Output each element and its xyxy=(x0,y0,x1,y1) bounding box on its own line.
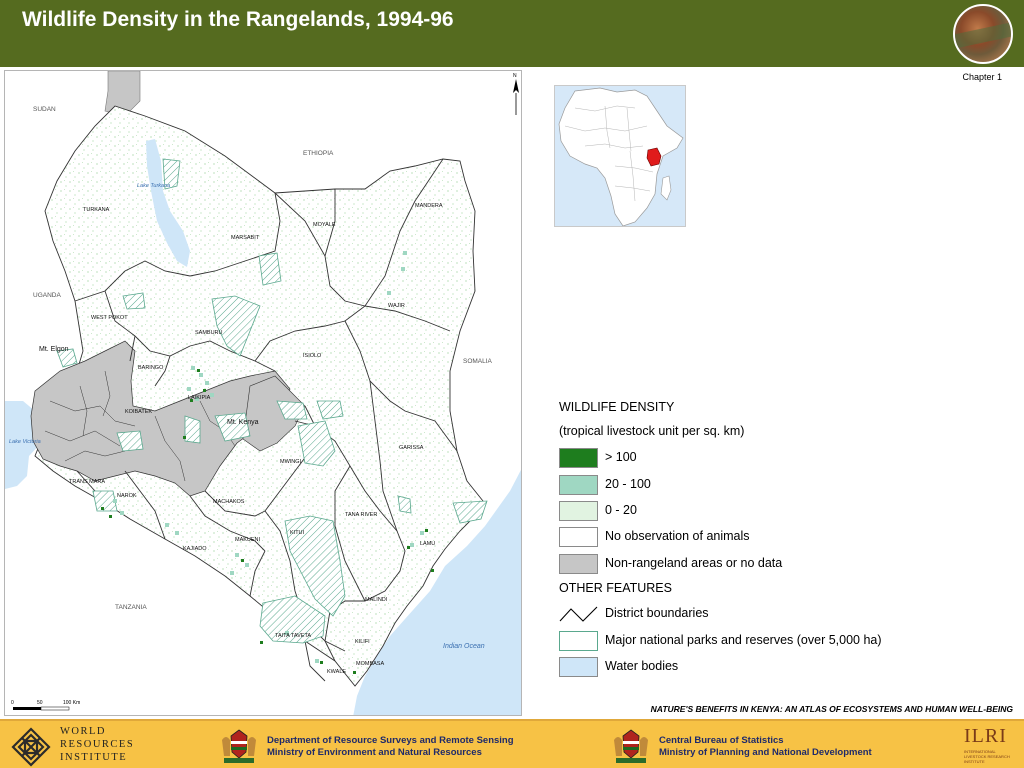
legend-subheading: (tropical livestock unit per sq. km) xyxy=(559,424,745,438)
district-label-lamu: LAMU xyxy=(420,541,435,547)
wri-name: WORLD RESOURCES INSTITUTE xyxy=(60,726,135,763)
district-label-moyale: MOYALE xyxy=(313,222,336,228)
country-label-ethiopia: ETHIOPIA xyxy=(303,150,334,157)
legend-label: 0 - 20 xyxy=(605,503,637,517)
district-label-narok: NAROK xyxy=(117,493,137,499)
atlas-title: NATURE'S BENEFITS IN KENYA: AN ATLAS OF … xyxy=(650,704,1013,714)
kenya-coat-of-arms-icon xyxy=(614,729,648,763)
legend-label: Major national parks and reserves (over … xyxy=(605,633,882,647)
legend-label: Water bodies xyxy=(605,659,679,673)
dept-central-bureau: Central Bureau of Statistics Ministry of… xyxy=(659,735,872,758)
legend-swatch xyxy=(559,475,598,495)
district-label-kitui: KITUI xyxy=(290,530,305,536)
legend-item-parks: Major national parks and reserves (over … xyxy=(559,631,999,651)
legend-item-water: Water bodies xyxy=(559,657,999,677)
district-label-turkana: TURKANA xyxy=(83,207,110,213)
district-label-kajiado: KAJIADO xyxy=(183,546,207,552)
legend-swatch xyxy=(559,657,598,677)
district-label-samburu: SAMBURU xyxy=(195,330,223,336)
district-label-garissa: GARISSA xyxy=(399,445,424,451)
country-label-somalia: SOMALIA xyxy=(463,358,493,365)
mountain-label-kenya: Mt. Kenya xyxy=(227,419,259,426)
svg-text:N: N xyxy=(513,73,517,79)
legend-item-non-rangeland: Non-rangeland areas or no data xyxy=(559,554,999,574)
legend-heading: WILDLIFE DENSITY xyxy=(559,400,675,414)
boundary-line-icon xyxy=(559,606,598,622)
district-label-laikipia: LAIKIPIA xyxy=(188,395,211,401)
lake-label-turkana: Lake Turkana xyxy=(137,183,170,189)
ilri-subtitle: INTERNATIONAL LIVESTOCK RESEARCH INSTITU… xyxy=(964,749,1010,764)
country-label-uganda: UGANDA xyxy=(33,292,61,299)
legend-label: No observation of animals xyxy=(605,529,750,543)
legend-item-gt100: > 100 xyxy=(559,448,999,468)
district-label-west-pokot: WEST POKOT xyxy=(91,315,128,321)
legend-item-no-observation: No observation of animals xyxy=(559,527,999,547)
legend-item-district-boundaries: District boundaries xyxy=(559,604,999,624)
footer-bar: WORLD RESOURCES INSTITUTE Department of … xyxy=(0,719,1024,768)
legend-swatch xyxy=(559,554,598,574)
svg-text:0: 0 xyxy=(11,700,14,706)
africa-locator-map xyxy=(554,85,686,227)
district-label-taita-taveta: TAITA TAVETA xyxy=(275,633,311,639)
legend-label: Non-rangeland areas or no data xyxy=(605,556,783,570)
header-bar: Wildlife Density in the Rangelands, 1994… xyxy=(0,0,1024,67)
lake-label-victoria: Lake Victoria xyxy=(9,439,41,445)
district-label-mombasa: MOMBASA xyxy=(356,661,384,667)
district-label-marsabit: MARSABIT xyxy=(231,235,260,241)
legend-label: 20 - 100 xyxy=(605,477,651,491)
legend-item-20-100: 20 - 100 xyxy=(559,475,999,495)
kenya-coat-of-arms-icon xyxy=(222,729,256,763)
ilri-logo: ILRI INTERNATIONAL LIVESTOCK RESEARCH IN… xyxy=(962,725,1018,767)
kenya-map: SUDAN ETHIOPIA UGANDA SOMALIA TANZANIA T… xyxy=(4,70,522,716)
district-label-machakos: MACHAKOS xyxy=(213,499,245,505)
district-label-koibatek: KOIBATEK xyxy=(125,409,152,415)
svg-text:50: 50 xyxy=(37,700,43,706)
legend-other-heading: OTHER FEATURES xyxy=(559,581,672,595)
district-label-mandera: MANDERA xyxy=(415,203,443,209)
country-label-tanzania: TANZANIA xyxy=(115,604,147,611)
district-label-makueni: MAKUENI xyxy=(235,537,261,543)
map-canvas: SUDAN ETHIOPIA UGANDA SOMALIA TANZANIA T… xyxy=(5,71,521,715)
mountain-label-elgon: Mt. Elgon xyxy=(39,346,69,353)
ilri-name: ILRI xyxy=(964,725,1007,747)
district-label-tana-river: TANA RIVER xyxy=(345,512,377,518)
wri-knot-logo-icon xyxy=(11,727,51,767)
legend-swatch xyxy=(559,448,598,468)
svg-text:100 Km: 100 Km xyxy=(63,700,80,706)
rangeland-photo-icon xyxy=(953,4,1013,64)
district-label-kwale: KWALE xyxy=(327,669,346,675)
legend-item-0-20: 0 - 20 xyxy=(559,501,999,521)
district-label-kilifi: KILIFI xyxy=(355,639,370,645)
legend-swatch xyxy=(559,527,598,547)
district-label-trans-mara: TRANS MARA xyxy=(69,479,105,485)
ocean-label: Indian Ocean xyxy=(443,643,485,650)
district-label-malindi: MALINDI xyxy=(365,597,388,603)
legend-label: > 100 xyxy=(605,450,637,464)
district-label-isiolo: ISIOLO xyxy=(303,353,322,359)
legend-swatch xyxy=(559,631,598,651)
district-label-wajir: WAJIR xyxy=(388,303,405,309)
district-label-baringo: BARINGO xyxy=(138,365,164,371)
district-label-mwingi: MWINGI xyxy=(280,459,302,465)
chapter-label: Chapter 1 xyxy=(962,72,1002,82)
country-label-sudan: SUDAN xyxy=(33,106,56,113)
dept-resource-surveys: Department of Resource Surveys and Remot… xyxy=(267,735,514,758)
legend-label: District boundaries xyxy=(605,606,709,620)
legend-swatch xyxy=(559,501,598,521)
page-title: Wildlife Density in the Rangelands, 1994… xyxy=(22,8,454,31)
